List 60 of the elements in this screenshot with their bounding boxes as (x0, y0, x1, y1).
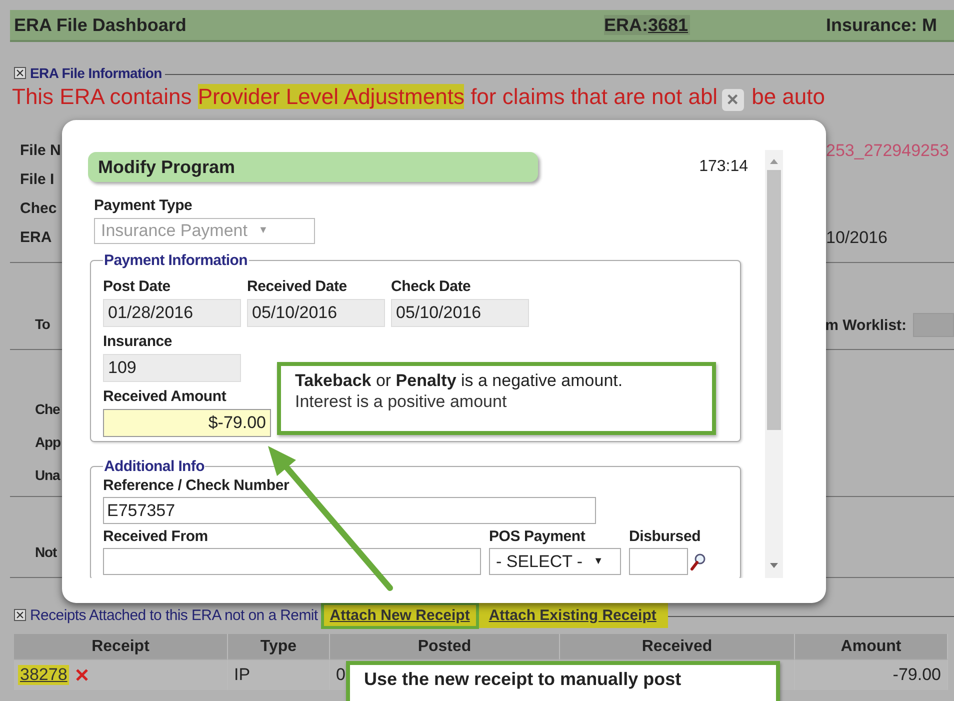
column-header: Received (560, 634, 795, 659)
date-field[interactable]: 05/10/2016 (247, 299, 385, 327)
insurance-label: Insurance: M (826, 14, 938, 36)
field-label: Che (34, 400, 60, 416)
delete-icon[interactable] (75, 668, 90, 682)
field-value: 10/2016 (826, 228, 888, 248)
attach-receipt-link[interactable]: Attach Existing Receipt (482, 604, 662, 626)
era-number-link[interactable]: 3681 (648, 14, 690, 34)
section-legend: Receipts Attached to this ERA not on a Remit (30, 606, 318, 624)
field-value: 253_272949253 (826, 140, 949, 160)
field-label: Received Amount (103, 387, 226, 407)
warning-message: This ERA contains Provider Level Adjustments for claims that are not abl (12, 84, 718, 110)
section-legend: ERA File Information (30, 65, 162, 81)
field-label: Check Date (391, 277, 471, 297)
timer: 173:14 (699, 158, 748, 176)
table-cell: IP (228, 659, 330, 690)
dialog-title: Modify Program (88, 152, 538, 182)
date-field[interactable]: 05/10/2016 (391, 299, 529, 327)
fieldset-legend: Payment Information (103, 252, 248, 269)
field-label: POS Payment (489, 527, 586, 547)
field-label: Reference / Check Number (103, 476, 290, 496)
warning-message-tail: be auto (752, 84, 825, 110)
fieldset-legend: Additional Info (103, 458, 206, 475)
callout-text: Interest is a positive amount (295, 392, 507, 411)
field-label: App (34, 434, 60, 450)
callout-text: Takeback or Penalty is a negative amount. (295, 371, 623, 390)
receipt-link[interactable]: 38278 (18, 665, 70, 685)
table-cell: -79.00 (795, 659, 948, 690)
amount-field[interactable]: $-79.00 (103, 409, 271, 437)
field-label: Received Date (247, 277, 347, 297)
collapse-toggle-icon[interactable] (14, 67, 26, 79)
field-label: Not (34, 544, 57, 560)
column-header: Receipt (14, 634, 228, 659)
column-header: Amount (795, 634, 948, 659)
column-header: Posted (330, 634, 560, 659)
field-label: To (34, 316, 50, 332)
field-label: Post Date (103, 277, 170, 297)
date-field[interactable]: 01/28/2016 (103, 299, 241, 327)
reference-field[interactable]: E757357 (103, 497, 596, 524)
column-header: Type (228, 634, 330, 659)
field-label: File I (19, 170, 54, 188)
field-label: File N (19, 142, 61, 158)
field-label: Disbursed (629, 527, 701, 547)
field-label: Insurance (103, 332, 172, 352)
collapse-toggle-icon[interactable] (14, 609, 26, 621)
field-label: Una (34, 466, 60, 482)
search-icon[interactable] (690, 552, 706, 570)
page-title: ERA File Dashboard (13, 14, 188, 36)
field-label: ERA (19, 228, 52, 246)
received-from-field[interactable] (103, 548, 481, 575)
insurance-field[interactable]: 109 (103, 354, 241, 382)
field-label: Payment Type (94, 196, 192, 216)
field-label: Received From (103, 527, 208, 547)
field-value: m Worklist: (824, 316, 907, 334)
disbursed-field[interactable] (629, 548, 688, 575)
field-label: Chec (19, 200, 57, 216)
scrollbar[interactable] (765, 150, 783, 578)
pos-payment-select[interactable]: - SELECT - $^{▼}$ (489, 548, 621, 575)
worklist-field[interactable] (912, 313, 954, 337)
era-label: ERA: (604, 14, 648, 34)
